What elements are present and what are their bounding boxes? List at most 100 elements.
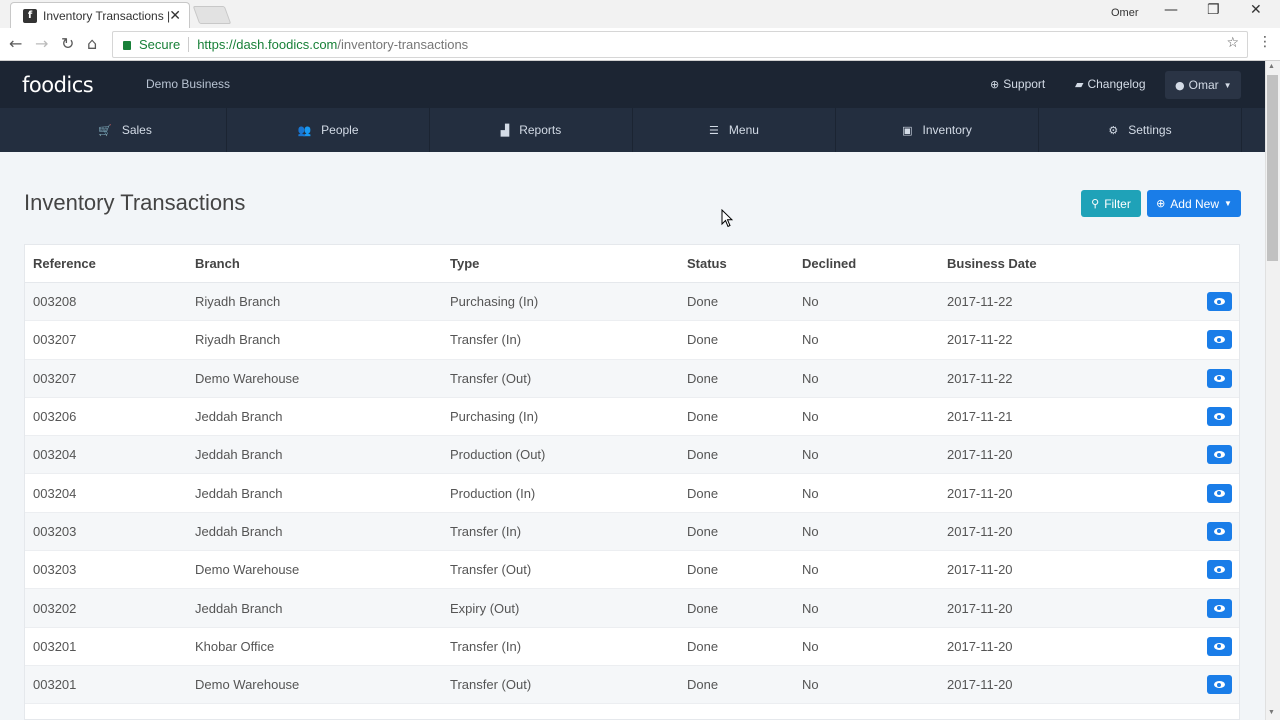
nav-item-reports[interactable]: ▟ Reports (430, 108, 633, 152)
cell-declined: No (802, 562, 819, 578)
column-header-status[interactable]: Status (687, 256, 727, 271)
view-button[interactable] (1207, 292, 1232, 312)
nav-item-inventory[interactable]: ▣ Inventory (836, 108, 1039, 152)
book-icon: ▰ (1075, 77, 1084, 91)
add-new-label: Add New (1170, 196, 1219, 211)
eye-icon (1214, 374, 1225, 382)
nav-item-label: People (321, 123, 359, 137)
cell-declined: No (802, 409, 819, 425)
cell-type: Production (In) (450, 485, 536, 501)
table-row: 003207 Riyadh Branch Transfer (In) Done No 20… (25, 321, 1239, 360)
view-button[interactable] (1207, 636, 1232, 656)
list-icon: ☰ (709, 123, 719, 137)
column-header-branch[interactable]: Branch (195, 256, 240, 271)
cell-reference: 003201 (33, 677, 77, 693)
column-header-type[interactable]: Type (450, 256, 479, 271)
cell-status: Done (687, 485, 719, 501)
eye-icon (1214, 642, 1225, 650)
nav-item-label: Menu (728, 123, 759, 137)
eye-icon (1214, 298, 1225, 306)
cell-reference: 003207 (33, 370, 77, 386)
bookmark-star-icon[interactable]: ☆ (1226, 35, 1239, 51)
cell-status: Done (687, 523, 719, 539)
restore-icon[interactable]: ❐ (1207, 2, 1220, 18)
view-button[interactable] (1207, 330, 1232, 350)
logo[interactable]: foodics (22, 73, 94, 97)
support-label: Support (1003, 77, 1046, 91)
address-bar[interactable]: Secure https://dash.foodics.com /invento… (112, 31, 1248, 58)
cell-declined: No (802, 638, 819, 654)
eye-icon (1214, 489, 1225, 497)
cell-type: Transfer (Out) (450, 370, 532, 386)
eye-icon (1214, 681, 1225, 689)
tab-title: Inventory Transactions | F (43, 8, 171, 23)
cell-type: Transfer (In) (450, 332, 522, 348)
users-icon: 👥 (297, 123, 312, 137)
reload-icon[interactable]: ↻ (61, 34, 74, 53)
plus-circle-icon: ⊕ (1156, 197, 1166, 210)
scroll-down-arrow-icon[interactable]: ▼ (1268, 709, 1275, 716)
table-body: 003208 Riyadh Branch Purchasing (In) Done No… (25, 283, 1239, 705)
support-link[interactable]: ⊕ Support (990, 77, 1045, 91)
forward-icon[interactable]: → (35, 34, 48, 53)
cell-status: Done (687, 370, 719, 386)
scrollbar-thumb[interactable] (1267, 75, 1278, 261)
cell-status: Done (687, 294, 719, 310)
cell-branch: Jeddah Branch (195, 447, 283, 463)
cell-type: Transfer (Out) (450, 677, 532, 693)
cell-status: Done (687, 409, 719, 425)
nav-item-settings[interactable]: ⚙ Settings (1039, 108, 1242, 152)
close-tab-icon[interactable]: ✕ (169, 7, 181, 24)
cell-business-date: 2017-11-22 (947, 370, 1013, 386)
filter-button[interactable]: ⚲ Filter (1081, 190, 1141, 217)
view-button[interactable] (1207, 407, 1232, 427)
user-icon: ● (1175, 78, 1185, 92)
table-row: 003207 Demo Warehouse Transfer (Out) Done No… (25, 359, 1239, 398)
nav-item-sales[interactable]: 🛒 Sales (24, 108, 227, 152)
cell-business-date: 2017-11-20 (947, 485, 1013, 501)
cell-business-date: 2017-11-22 (947, 332, 1013, 348)
cell-reference: 003201 (33, 638, 77, 654)
close-window-icon[interactable]: ✕ (1250, 2, 1262, 18)
view-button[interactable] (1207, 445, 1232, 465)
cell-status: Done (687, 562, 719, 578)
changelog-label: Changelog (1087, 77, 1146, 91)
cell-business-date: 2017-11-20 (947, 638, 1013, 654)
view-button[interactable] (1207, 560, 1232, 580)
business-name[interactable]: Demo Business (146, 77, 230, 91)
user-menu-button[interactable]: ● Omar ▼ (1165, 71, 1241, 99)
view-button[interactable] (1207, 598, 1232, 618)
cell-business-date: 2017-11-20 (947, 600, 1013, 616)
minimize-icon[interactable]: — (1164, 2, 1178, 18)
scroll-up-arrow-icon[interactable]: ▲ (1268, 63, 1275, 70)
table-row: 003201 Demo Warehouse Transfer (Out) Done No… (25, 665, 1239, 705)
cell-declined: No (802, 332, 819, 348)
browser-menu-icon[interactable]: ⋮ (1258, 34, 1272, 50)
cell-business-date: 2017-11-20 (947, 523, 1013, 539)
cell-branch: Khobar Office (195, 638, 275, 654)
cell-branch: Jeddah Branch (195, 523, 283, 539)
changelog-link[interactable]: ▰ Changelog (1075, 77, 1146, 91)
column-header-reference[interactable]: Reference (33, 256, 96, 271)
back-icon[interactable]: ← (9, 34, 22, 53)
new-tab-button[interactable] (192, 6, 232, 24)
cell-branch: Jeddah Branch (195, 409, 283, 425)
view-button[interactable] (1207, 521, 1232, 541)
view-button[interactable] (1207, 675, 1232, 695)
browser-tab[interactable]: f Inventory Transactions | F ✕ (10, 2, 190, 28)
cell-type: Purchasing (In) (450, 409, 539, 425)
app-header: foodics Demo Business ⊕ Support ▰ Change… (0, 61, 1265, 108)
nav-item-people[interactable]: 👥 People (227, 108, 430, 152)
view-button[interactable] (1207, 483, 1232, 503)
column-header-business-date[interactable]: Business Date (947, 256, 1037, 271)
table-row: 003206 Jeddah Branch Purchasing (In) Done No… (25, 398, 1239, 437)
add-new-button[interactable]: ⊕ Add New ▼ (1147, 190, 1241, 217)
column-header-declined[interactable]: Declined (802, 256, 856, 271)
view-button[interactable] (1207, 368, 1232, 388)
cell-type: Transfer (Out) (450, 562, 532, 578)
profile-name[interactable]: Omer (1111, 7, 1139, 19)
cell-branch: Demo Warehouse (195, 562, 300, 578)
nav-item-menu[interactable]: ☰ Menu (633, 108, 836, 152)
table-row: 003204 Jeddah Branch Production (In) Done No… (25, 474, 1239, 513)
home-icon[interactable]: ⌂ (87, 34, 97, 53)
